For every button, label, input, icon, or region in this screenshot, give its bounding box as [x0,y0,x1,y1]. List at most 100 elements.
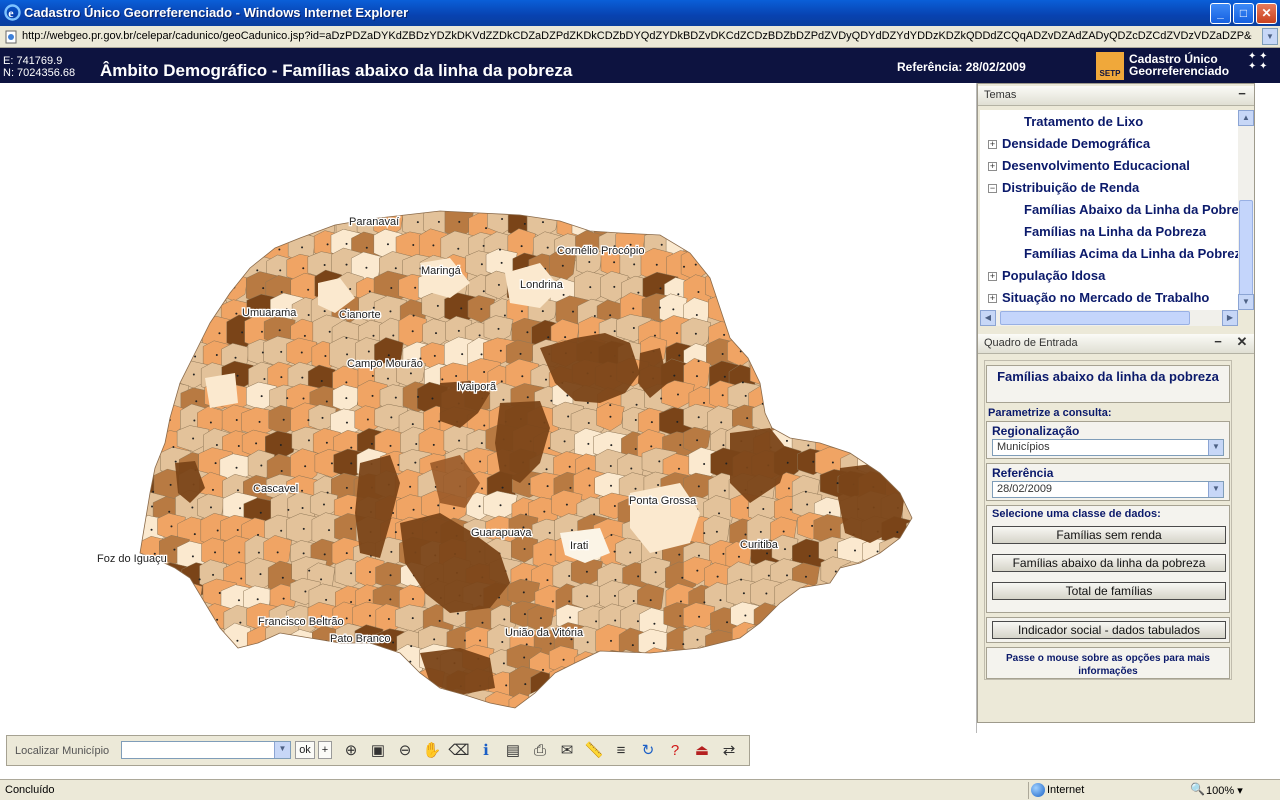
municipality-polygon[interactable] [840,385,872,419]
municipality-polygon[interactable] [575,694,612,721]
municipality-polygon[interactable] [134,694,171,722]
municipality-polygon[interactable] [883,670,915,707]
municipality-polygon[interactable] [353,692,383,724]
municipality-polygon[interactable] [860,672,896,700]
ok-button[interactable]: ok [295,741,315,759]
municipality-polygon[interactable] [157,314,185,350]
municipality-polygon[interactable] [858,314,888,352]
municipality-polygon[interactable] [881,340,910,371]
municipality-polygon[interactable] [908,387,941,416]
municipality-polygon[interactable] [839,561,870,590]
regionalizacao-select[interactable]: Municípios ▼ [992,439,1224,456]
municipality-polygon[interactable] [400,689,433,718]
municipality-polygon[interactable] [399,672,427,706]
municipality-polygon[interactable] [138,320,166,352]
municipality-polygon[interactable] [881,248,912,278]
municipality-polygon[interactable] [819,252,849,287]
municipality-polygon[interactable] [133,585,164,615]
municipality-polygon[interactable] [883,578,918,615]
municipality-polygon[interactable] [132,647,168,676]
municipality-polygon[interactable] [882,563,910,598]
layers-icon[interactable]: ≡ [609,739,633,763]
municipality-polygon[interactable] [907,538,941,575]
municipality-polygon[interactable] [885,649,912,679]
municipality-polygon[interactable] [772,667,808,700]
collapse-icon[interactable]: − [988,184,997,193]
municipality-polygon[interactable] [861,431,894,461]
municipality-polygon[interactable] [224,692,253,719]
municipality-polygon[interactable] [707,253,744,290]
municipality-polygon[interactable] [816,604,850,641]
pan-hand-icon[interactable]: ✋ [420,739,444,763]
municipality-polygon[interactable] [705,270,734,301]
municipality-polygon[interactable] [841,231,874,268]
municipality-polygon[interactable] [816,361,852,396]
scroll-left-icon[interactable]: ◀ [980,310,996,326]
municipality-polygon[interactable] [768,250,799,286]
municipality-polygon[interactable] [770,276,800,311]
municipality-polygon[interactable] [133,340,162,369]
maximize-button[interactable]: □ [1233,3,1254,24]
exit-icon[interactable]: ⏏ [690,739,714,763]
municipality-polygon[interactable] [864,624,901,659]
municipality-polygon[interactable] [885,382,921,419]
municipality-polygon[interactable] [659,648,689,678]
municipality-polygon[interactable] [838,338,874,376]
municipality-polygon[interactable] [797,583,825,613]
municipality-polygon[interactable] [879,269,914,297]
municipality-polygon[interactable] [244,211,273,243]
municipality-polygon[interactable] [858,364,889,398]
scroll-up-icon[interactable]: ▲ [1238,110,1254,126]
municipality-polygon[interactable] [244,226,276,255]
municipality-polygon[interactable] [813,409,840,439]
municipality-polygon[interactable] [268,206,297,243]
municipality-polygon[interactable] [421,688,457,721]
municipality-polygon[interactable] [817,691,846,720]
municipality-polygon[interactable] [376,694,406,724]
municipality-polygon[interactable] [135,208,163,238]
tema-item[interactable]: + Densidade Demográfica [988,136,1150,158]
municipality-polygon[interactable] [224,666,260,694]
municipality-polygon[interactable] [335,649,367,685]
municipality-polygon[interactable] [175,581,203,615]
municipality-polygon[interactable] [555,692,583,719]
municipality-polygon[interactable] [753,650,781,686]
municipality-polygon[interactable] [840,363,871,391]
municipality-polygon[interactable] [159,645,193,677]
municipality-polygon[interactable] [904,648,938,676]
municipality-polygon[interactable] [154,579,191,614]
municipality-polygon[interactable] [818,649,851,678]
tema-item[interactable]: + População Idosa [988,268,1105,290]
municipality-polygon[interactable] [881,599,911,633]
municipality-polygon[interactable] [773,362,809,398]
municipality-polygon[interactable] [908,208,944,241]
municipality-polygon[interactable] [285,650,323,684]
municipality-polygon[interactable] [904,364,939,392]
municipality-polygon[interactable] [664,667,698,698]
familias-sem-renda-button[interactable]: Famílias sem renda [992,526,1226,544]
parana-choropleth-map[interactable]: Paranavaí Cornélio Procópio Maringá Londrin… [0,83,977,733]
municipality-polygon[interactable] [248,693,282,722]
locate-municipality-select[interactable]: ▼ [121,741,291,759]
municipality-polygon[interactable] [901,295,928,328]
municipality-polygon[interactable] [160,694,195,728]
municipality-polygon[interactable] [643,692,677,729]
municipality-polygon[interactable] [732,296,767,326]
municipality-polygon[interactable] [879,537,916,567]
municipality-polygon[interactable] [770,649,807,683]
municipality-polygon[interactable] [791,205,820,234]
scroll-right-icon[interactable]: ▶ [1222,310,1238,326]
refresh-icon[interactable]: ↻ [636,739,660,763]
municipality-polygon[interactable] [792,602,825,638]
municipality-polygon[interactable] [841,297,877,334]
municipality-polygon[interactable] [135,226,171,259]
tema-item[interactable]: Famílias na Linha da Pobreza [1024,224,1206,246]
municipality-polygon[interactable] [727,670,761,705]
municipality-polygon[interactable] [726,253,756,288]
municipality-polygon[interactable] [159,336,189,364]
municipality-polygon[interactable] [884,358,913,394]
municipality-polygon[interactable] [132,359,160,390]
municipality-polygon[interactable] [753,313,788,345]
municipality-polygon[interactable] [749,249,780,286]
municipality-polygon[interactable] [204,231,233,265]
